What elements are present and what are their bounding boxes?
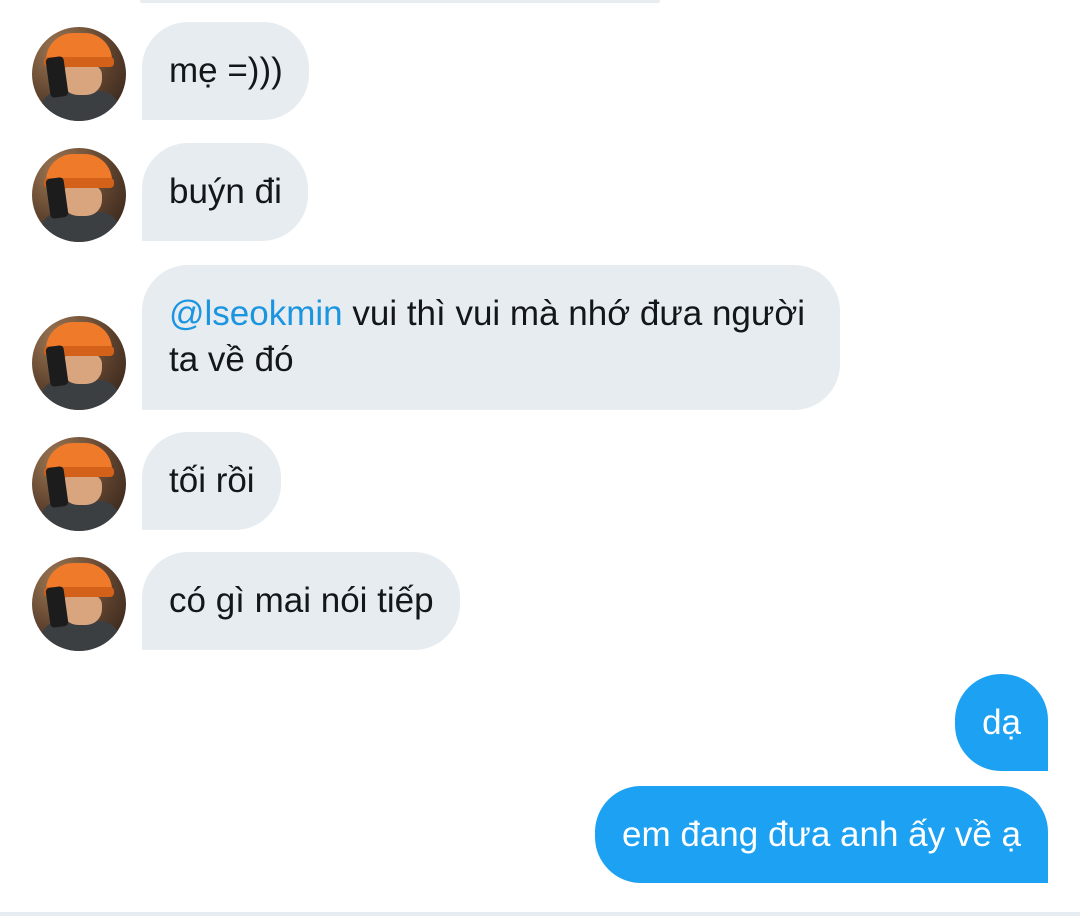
avatar[interactable] xyxy=(32,437,126,531)
message-text: em đang đưa anh ấy về ạ xyxy=(622,815,1021,854)
message-bubble-incoming[interactable]: @lseokmin vui thì vui mà nhớ đưa người t… xyxy=(142,265,840,410)
avatar[interactable] xyxy=(32,27,126,121)
avatar[interactable] xyxy=(32,316,126,410)
mention-link[interactable]: @lseokmin xyxy=(169,294,343,333)
message-bubble-incoming[interactable]: tối rồi xyxy=(142,432,281,530)
message-bubble-incoming[interactable]: mẹ =))) xyxy=(142,22,309,120)
message-bubble-incoming[interactable]: buýn đi xyxy=(142,143,308,241)
avatar[interactable] xyxy=(32,557,126,651)
avatar[interactable] xyxy=(32,148,126,242)
previous-message-edge xyxy=(140,0,660,3)
message-text: dạ xyxy=(982,703,1021,742)
message-text: mẹ =))) xyxy=(169,51,283,90)
composer-divider xyxy=(0,912,1080,916)
message-text: buýn đi xyxy=(169,172,282,211)
message-text: có gì mai nói tiếp xyxy=(169,581,434,620)
message-text: tối rồi xyxy=(169,461,255,500)
message-bubble-incoming[interactable]: có gì mai nói tiếp xyxy=(142,552,460,650)
message-bubble-outgoing[interactable]: dạ xyxy=(955,674,1048,771)
message-bubble-outgoing[interactable]: em đang đưa anh ấy về ạ xyxy=(595,786,1048,883)
